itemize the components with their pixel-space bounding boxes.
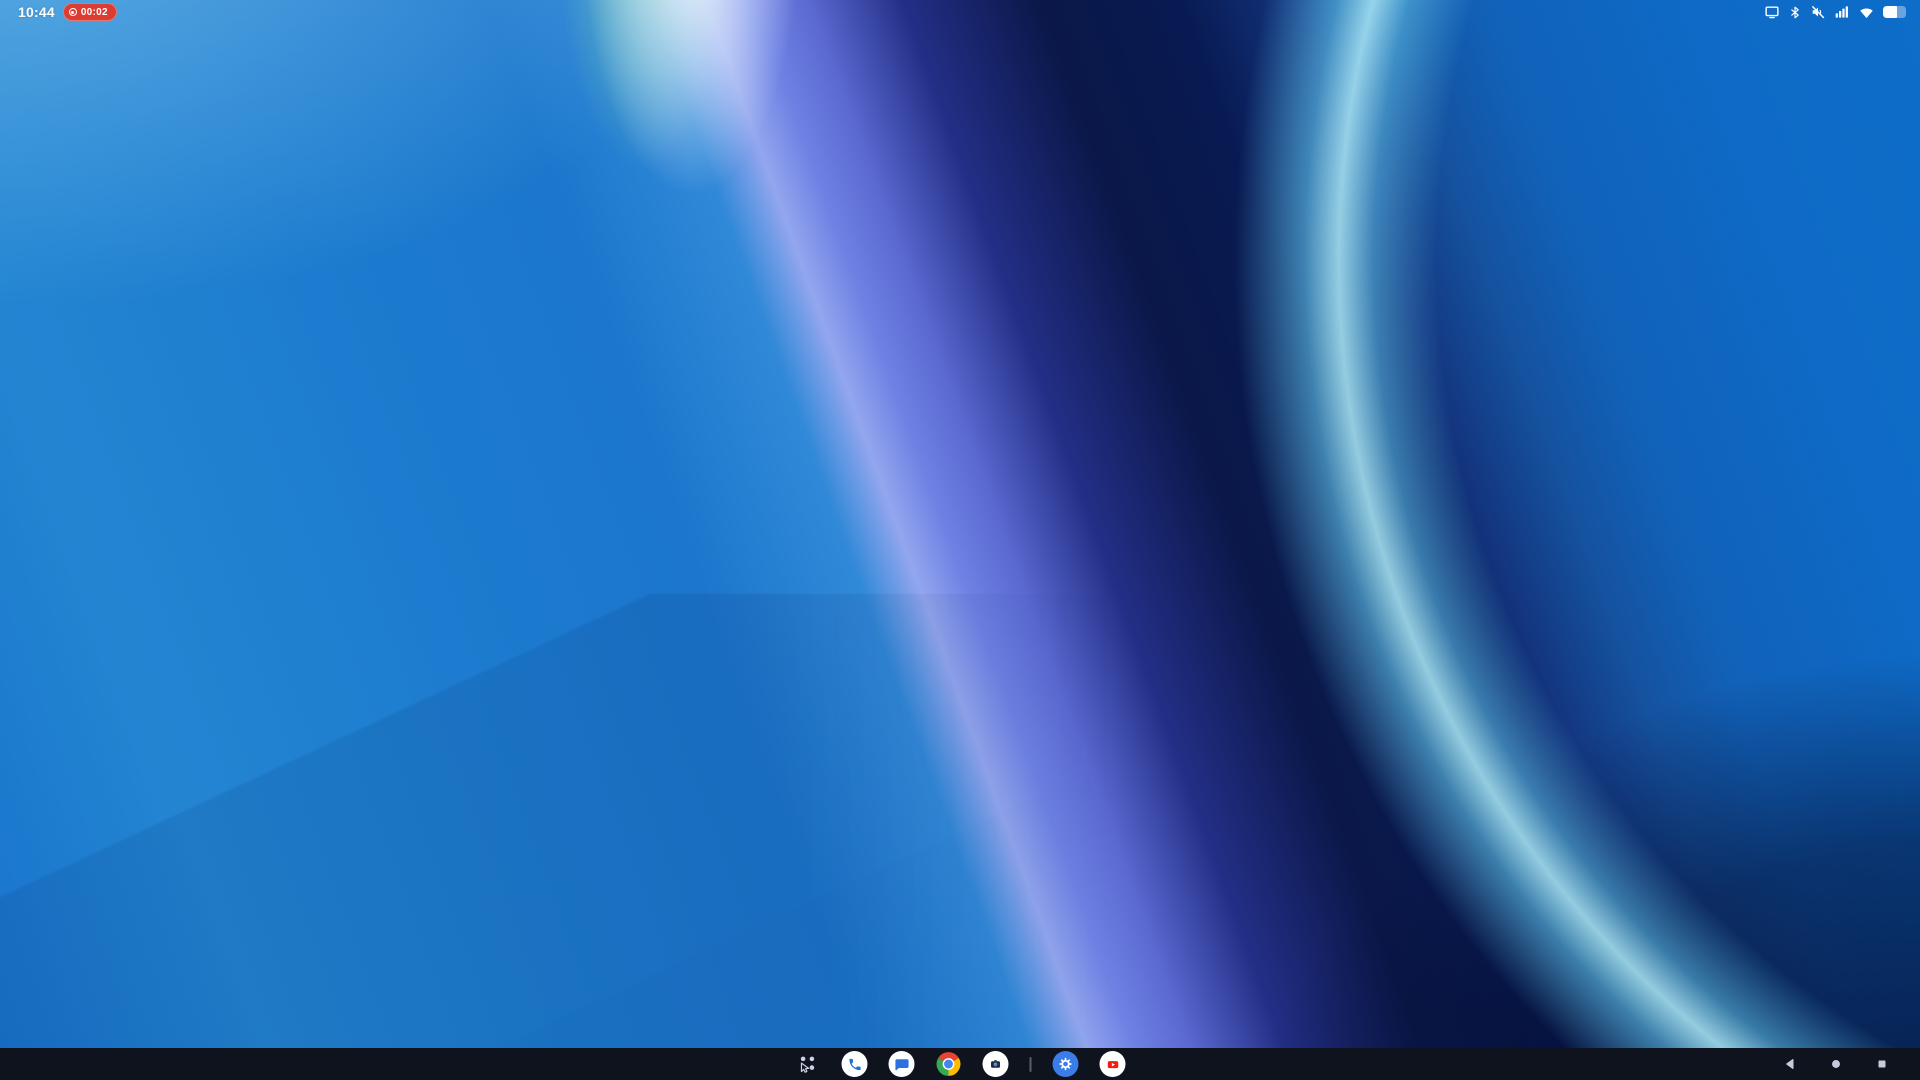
clock: 10:44 bbox=[18, 4, 55, 20]
bluetooth-icon bbox=[1788, 5, 1802, 20]
back-button[interactable] bbox=[1782, 1056, 1798, 1072]
all-apps-grid-cursor-icon bbox=[797, 1053, 819, 1075]
system-tray[interactable] bbox=[1764, 4, 1906, 20]
screen-recording-chip[interactable]: 00:02 bbox=[63, 3, 117, 21]
settings-app-icon bbox=[1058, 1056, 1074, 1072]
all-apps-button[interactable] bbox=[795, 1051, 821, 1077]
phone-app-icon bbox=[847, 1057, 862, 1072]
settings-app-button[interactable] bbox=[1053, 1051, 1079, 1077]
home-button[interactable] bbox=[1828, 1056, 1844, 1072]
taskbar-app-icons bbox=[795, 1048, 1126, 1080]
camera-app-button[interactable] bbox=[983, 1051, 1009, 1077]
volume-muted-icon bbox=[1810, 4, 1826, 20]
back-triangle-icon bbox=[1783, 1057, 1797, 1071]
messages-app-button[interactable] bbox=[889, 1051, 915, 1077]
navigation-bar bbox=[1782, 1048, 1890, 1080]
recording-elapsed-time: 00:02 bbox=[81, 7, 108, 18]
taskbar bbox=[0, 1048, 1920, 1080]
status-bar-left: 10:44 00:02 bbox=[18, 3, 117, 21]
recents-button[interactable] bbox=[1874, 1056, 1890, 1072]
phone-app-button[interactable] bbox=[842, 1051, 868, 1077]
wallpaper bbox=[0, 0, 1920, 1080]
youtube-app-icon bbox=[1104, 1056, 1121, 1073]
cellular-signal-icon bbox=[1834, 4, 1850, 20]
screen-record-icon bbox=[69, 8, 77, 16]
taskbar-divider bbox=[1030, 1057, 1032, 1072]
chrome-app-button[interactable] bbox=[936, 1051, 962, 1077]
android-home-screen: 10:44 00:02 bbox=[0, 0, 1920, 1080]
camera-app-icon bbox=[988, 1056, 1004, 1072]
battery-icon bbox=[1883, 6, 1906, 19]
recents-square-icon bbox=[1875, 1057, 1889, 1071]
chrome-app-icon bbox=[936, 1051, 962, 1077]
cast-display-icon bbox=[1764, 4, 1780, 20]
wallpaper-facet-overlay bbox=[0, 594, 1114, 1080]
youtube-app-button[interactable] bbox=[1100, 1051, 1126, 1077]
home-circle-icon bbox=[1829, 1057, 1843, 1071]
status-bar: 10:44 00:02 bbox=[0, 0, 1920, 24]
wifi-icon bbox=[1858, 5, 1875, 20]
messages-app-icon bbox=[894, 1057, 909, 1072]
